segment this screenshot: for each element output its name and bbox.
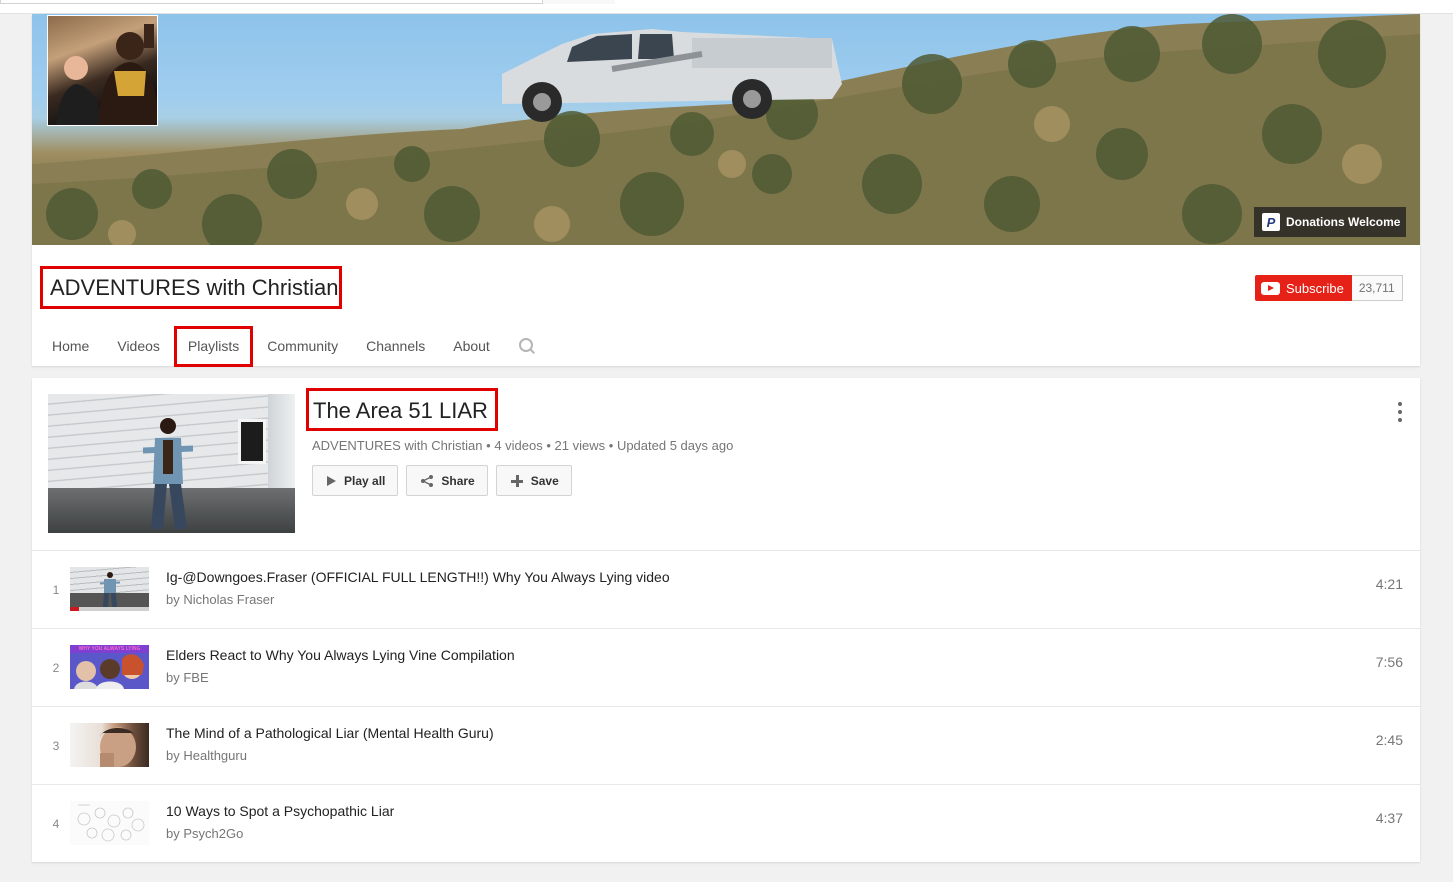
video-row[interactable]: 3 The Mind of a Pathological Liar (Menta… bbox=[32, 706, 1420, 784]
search-icon[interactable] bbox=[518, 337, 536, 355]
playlist-actions: Play all Share Save bbox=[312, 465, 572, 496]
search-box-edge[interactable] bbox=[0, 0, 615, 4]
video-title[interactable]: The Mind of a Pathological Liar (Mental … bbox=[166, 725, 494, 741]
meta-separator: • bbox=[608, 438, 614, 453]
video-title[interactable]: Elders React to Why You Always Lying Vin… bbox=[166, 647, 515, 663]
youtube-play-icon bbox=[1261, 281, 1280, 295]
video-row[interactable]: 2 WHY YOU ALWAYS LYING Elders React to W… bbox=[32, 628, 1420, 706]
video-duration: 2:45 bbox=[1375, 732, 1403, 748]
video-row[interactable]: 1 Ig-@Downgoes.Fraser (OFFICIAL FULL LEN… bbox=[32, 550, 1420, 628]
video-title[interactable]: Ig-@Downgoes.Fraser (OFFICIAL FULL LENGT… bbox=[166, 569, 670, 585]
subscribe-label: Subscribe bbox=[1286, 280, 1344, 296]
video-index: 4 bbox=[52, 817, 60, 831]
video-channel[interactable]: by Nicholas Fraser bbox=[166, 592, 274, 607]
tab-playlists[interactable]: Playlists bbox=[173, 326, 254, 367]
search-button-edge[interactable] bbox=[542, 0, 615, 4]
tab-videos[interactable]: Videos bbox=[103, 326, 174, 366]
thumbnail-person bbox=[143, 418, 193, 529]
video-thumbnail[interactable] bbox=[70, 723, 149, 767]
subscribe-group: Subscribe 23,711 bbox=[1255, 275, 1403, 301]
video-title[interactable]: 10 Ways to Spot a Psychopathic Liar bbox=[166, 803, 394, 819]
video-index: 3 bbox=[52, 739, 60, 753]
playlist-thumbnail[interactable] bbox=[48, 394, 295, 533]
playlist-title: The Area 51 LIAR bbox=[306, 388, 498, 431]
share-button[interactable]: Share bbox=[406, 465, 488, 496]
channel-banner: P Donations Welcome bbox=[32, 14, 1420, 245]
video-channel[interactable]: by Healthguru bbox=[166, 748, 247, 763]
playlist-owner-link[interactable]: ADVENTURES with Christian bbox=[312, 438, 483, 453]
video-index: 2 bbox=[52, 661, 60, 675]
playlist-video-count: 4 videos bbox=[494, 438, 543, 453]
channel-avatar[interactable] bbox=[47, 15, 158, 126]
watch-progress-bar bbox=[70, 607, 149, 611]
channel-name[interactable]: ADVENTURES with Christian bbox=[40, 266, 342, 309]
tab-community[interactable]: Community bbox=[253, 326, 352, 366]
video-channel[interactable]: by FBE bbox=[166, 670, 209, 685]
plus-icon bbox=[510, 474, 523, 487]
save-label: Save bbox=[530, 473, 559, 488]
play-all-label: Play all bbox=[344, 473, 386, 488]
video-duration: 7:56 bbox=[1375, 654, 1403, 670]
meta-separator: • bbox=[486, 438, 491, 453]
video-duration: 4:37 bbox=[1375, 810, 1403, 826]
video-channel[interactable]: by Psych2Go bbox=[166, 826, 243, 841]
playlist-views: 21 views bbox=[554, 438, 606, 453]
donations-link[interactable]: P Donations Welcome bbox=[1254, 207, 1406, 237]
donations-label: Donations Welcome bbox=[1286, 215, 1401, 229]
top-bar bbox=[0, 0, 1453, 14]
tab-home[interactable]: Home bbox=[32, 326, 103, 366]
playlist-meta: ADVENTURES with Christian • 4 videos • 2… bbox=[312, 438, 733, 453]
video-row[interactable]: 4 10 Ways to Spot a Psychopathic Liar by… bbox=[32, 784, 1420, 862]
video-index: 1 bbox=[52, 583, 60, 597]
paypal-icon: P bbox=[1262, 213, 1280, 231]
video-thumbnail[interactable]: WHY YOU ALWAYS LYING bbox=[70, 645, 149, 689]
tab-about[interactable]: About bbox=[439, 326, 504, 366]
video-thumbnail[interactable] bbox=[70, 801, 149, 845]
more-options-icon[interactable] bbox=[1395, 402, 1405, 422]
video-duration: 4:21 bbox=[1375, 576, 1403, 592]
banner-landscape bbox=[32, 14, 1420, 245]
video-thumbnail[interactable] bbox=[70, 567, 149, 611]
channel-header-card: P Donations Welcome ADVENTURES with Chri… bbox=[32, 14, 1420, 367]
meta-separator: • bbox=[546, 438, 551, 453]
playlist-card: The Area 51 LIAR ADVENTURES with Christi… bbox=[32, 378, 1420, 862]
channel-tabs: Home Videos Playlists Community Channels… bbox=[32, 326, 536, 367]
subscribe-button[interactable]: Subscribe bbox=[1255, 275, 1352, 301]
thumbnail-window bbox=[238, 419, 266, 464]
share-label: Share bbox=[441, 473, 475, 488]
subscriber-count: 23,711 bbox=[1351, 275, 1403, 301]
playlist-updated: Updated 5 days ago bbox=[616, 438, 734, 453]
playlist-video-list: 1 Ig-@Downgoes.Fraser (OFFICIAL FULL LEN… bbox=[32, 550, 1420, 862]
tab-channels[interactable]: Channels bbox=[352, 326, 439, 366]
play-all-button[interactable]: Play all bbox=[312, 465, 399, 496]
share-icon bbox=[421, 474, 434, 487]
play-icon bbox=[327, 475, 336, 486]
save-button[interactable]: Save bbox=[495, 465, 572, 496]
